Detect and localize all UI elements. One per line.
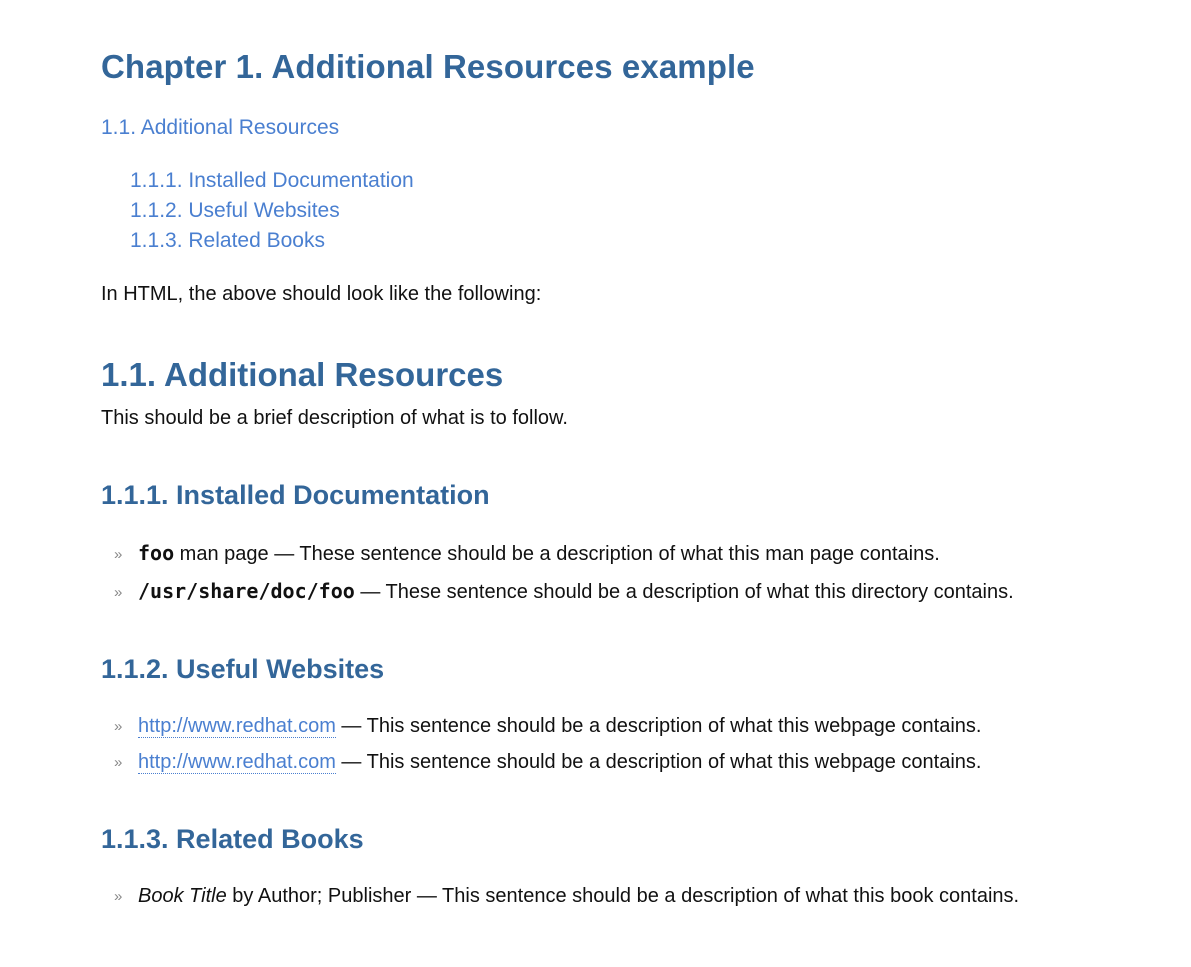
toc-link-useful-websites[interactable]: 1.1.2. Useful Websites (130, 199, 340, 223)
section-title: 1.1. Additional Resources (101, 356, 504, 393)
list-item: » http://www.redhat.com — This sentence s… (114, 751, 981, 774)
double-chevron-right-icon: » (114, 584, 123, 601)
website-link[interactable]: http://www.redhat.com (138, 751, 336, 774)
list-item: » http://www.redhat.com — This sentence s… (114, 715, 981, 738)
list-item: » foo man page — These sentence should be… (114, 541, 940, 566)
list-item: » Book Title by Author; Publisher — This … (114, 885, 1019, 908)
list-item: »/usr/share/doc/foo — These sentence sho… (114, 579, 1014, 604)
website-link[interactable]: http://www.redhat.com (138, 715, 336, 738)
item-description: — This sentence should be a description … (335, 751, 982, 773)
chapter-title: Chapter 1. Additional Resources example (101, 48, 755, 85)
installed-docs-title: 1.1.1. Installed Documentation (101, 480, 490, 510)
double-chevron-right-icon: » (114, 888, 123, 905)
item-description: — This sentence should be a description … (335, 715, 982, 737)
path-part: foo (318, 579, 355, 603)
intro-text: In HTML, the above should look like the … (101, 283, 542, 305)
path-part: / (258, 579, 271, 603)
path-part: / (306, 579, 319, 603)
path-part: usr (150, 579, 187, 603)
books-title: 1.1.3. Related Books (101, 824, 364, 854)
section-description: This should be a brief description of wh… (101, 407, 568, 429)
toc-link-installed-documentation[interactable]: 1.1.1. Installed Documentation (130, 169, 414, 193)
path-part: share (198, 579, 259, 603)
double-chevron-right-icon: » (114, 546, 123, 563)
double-chevron-right-icon: » (114, 718, 123, 735)
item-description: man page — These sentence should be a de… (174, 543, 940, 565)
double-chevron-right-icon: » (114, 754, 123, 771)
book-title: Book Title (138, 885, 227, 907)
directory-path: /usr/share/doc/foo (138, 579, 355, 603)
websites-title: 1.1.2. Useful Websites (101, 654, 385, 684)
toc-link-related-books[interactable]: 1.1.3. Related Books (130, 229, 325, 253)
toc-link-additional-resources[interactable]: 1.1. Additional Resources (101, 116, 339, 140)
path-part: / (186, 579, 199, 603)
path-part: / (138, 579, 151, 603)
item-description: — These sentence should be a description… (354, 581, 1014, 603)
path-part: doc (270, 579, 307, 603)
item-description: by Author; Publisher — This sentence sho… (226, 885, 1020, 907)
man-page-name: foo (138, 541, 175, 565)
